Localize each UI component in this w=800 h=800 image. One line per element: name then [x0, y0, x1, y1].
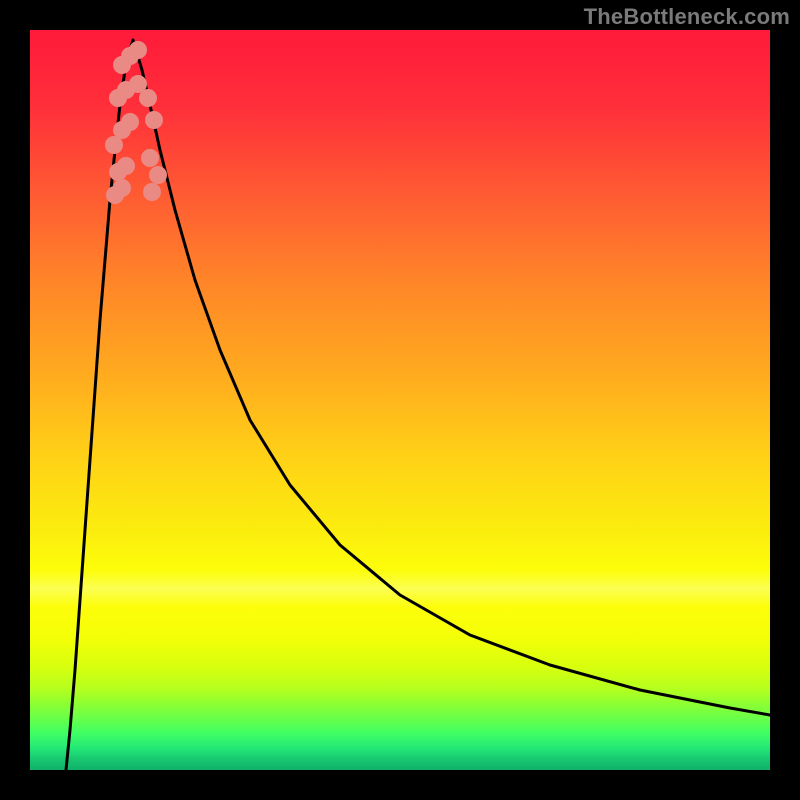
scatter-dot — [117, 157, 135, 175]
scatter-dot — [113, 179, 131, 197]
scatter-dot — [143, 183, 161, 201]
scatter-dot — [141, 149, 159, 167]
scatter-dot — [145, 111, 163, 129]
scatter-dot — [121, 113, 139, 131]
scatter-dot — [139, 89, 157, 107]
watermark-text: TheBottleneck.com — [584, 4, 790, 30]
curve-right-curve — [133, 40, 770, 715]
curve-left-curve — [66, 40, 133, 770]
chart-svg — [30, 30, 770, 770]
scatter-dot — [149, 166, 167, 184]
plot-area — [30, 30, 770, 770]
chart-frame: TheBottleneck.com — [0, 0, 800, 800]
scatter-dot — [129, 41, 147, 59]
